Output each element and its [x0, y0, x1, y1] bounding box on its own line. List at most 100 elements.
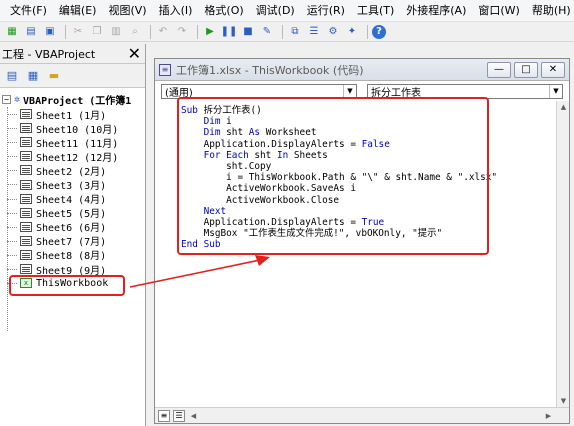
horizontal-scrollbar[interactable]: ≡ ☰ ◀ ▶ [155, 407, 569, 423]
worksheet-icon [20, 235, 32, 246]
view-code-icon[interactable]: ▤ [3, 68, 21, 84]
tree-item-label: Sheet1 (1月) [36, 110, 107, 122]
tree-item-label: Sheet3 (3月) [36, 181, 107, 193]
code-window-title: 工作簿1.xlsx - ThisWorkbook (代码) [176, 63, 364, 77]
toolbar-separator [150, 24, 151, 39]
tree-root-label: VBAProject (工作簿1 [23, 95, 132, 107]
pause-icon[interactable]: ❚❚ [221, 24, 238, 40]
menu-insert[interactable]: 插入(I) [153, 1, 199, 21]
project-toolbar: ▤ ▦ ▬ [0, 64, 145, 88]
tree-item-label: Sheet12 (12月) [36, 152, 119, 164]
worksheet-icon [20, 179, 32, 190]
tree-item-sheet11[interactable]: Sheet11 (11月) [0, 135, 145, 150]
tree-item-sheet10[interactable]: Sheet10 (10月) [0, 121, 145, 136]
close-icon[interactable]: ✕ [126, 45, 143, 62]
scroll-right-icon[interactable]: ▶ [542, 412, 555, 420]
chevron-down-icon[interactable]: ▼ [343, 84, 356, 98]
toolbox-icon[interactable]: ✦ [344, 24, 360, 40]
scroll-up-icon[interactable]: ▲ [557, 103, 570, 111]
project-explorer: 工程 - VBAProject ✕ ▤ ▦ ▬ − ✲ VBAProject (… [0, 44, 146, 426]
tree-item-label: Sheet11 (11月) [36, 138, 119, 150]
find-icon[interactable]: ⌕ [127, 24, 143, 40]
properties-icon[interactable]: ☰ [306, 24, 322, 40]
menu-bar: 文件(F) 编辑(E) 视图(V) 插入(I) 格式(O) 调试(D) 运行(R… [0, 0, 574, 22]
menu-edit[interactable]: 编辑(E) [53, 1, 103, 21]
toolbar-separator [65, 24, 66, 39]
tree-item-sheet3[interactable]: Sheet3 (3月) [0, 177, 145, 193]
tree-item-sheet2[interactable]: Sheet2 (2月) [0, 163, 145, 178]
project-title: 工程 - VBAProject [2, 47, 96, 61]
toggle-folders-icon[interactable]: ▬ [45, 68, 63, 84]
worksheet-icon [20, 109, 32, 120]
tree-item-sheet5[interactable]: Sheet5 (5月) [0, 206, 145, 220]
code-module-icon: ≡ [159, 63, 171, 76]
worksheet-icon [20, 249, 32, 260]
maximize-button[interactable]: □ [514, 61, 538, 78]
menu-view[interactable]: 视图(V) [102, 1, 152, 21]
copy-icon[interactable]: ❐ [89, 24, 105, 40]
stop-icon[interactable]: ■ [240, 24, 256, 40]
menu-help[interactable]: 帮助(H) [526, 1, 574, 21]
menu-tools[interactable]: 工具(T) [351, 1, 400, 21]
close-button[interactable]: ✕ [541, 61, 565, 78]
tree-item-sheet9[interactable]: Sheet9 (9月) [0, 262, 145, 277]
code-title-wrap: ≡ 工作簿1.xlsx - ThisWorkbook (代码) [159, 62, 364, 78]
tree-item-sheet7[interactable]: Sheet7 (7月) [0, 234, 145, 248]
worksheet-icon [20, 193, 32, 204]
excel-view-icon[interactable]: ▦ [4, 24, 20, 40]
toolbar-separator [282, 24, 283, 39]
tree-item-sheet8[interactable]: Sheet8 (8月) [0, 248, 145, 262]
minimize-button[interactable]: — [487, 61, 511, 78]
redo-icon[interactable]: ↷ [174, 24, 190, 40]
tree-root-vbaproject[interactable]: − ✲ VBAProject (工作簿1 [0, 91, 145, 107]
tree-item-label: Sheet6 (6月) [36, 223, 107, 235]
tree-item-label: Sheet10 (10月) [36, 124, 119, 136]
paste-icon[interactable]: ▥ [108, 24, 124, 40]
menu-addins[interactable]: 外接程序(A) [400, 1, 472, 21]
menu-format[interactable]: 格式(O) [198, 1, 249, 21]
worksheet-icon [20, 137, 32, 148]
tree-item-sheet1[interactable]: Sheet1 (1月) [0, 107, 145, 122]
object-browser-icon[interactable]: ⚙ [325, 24, 341, 40]
vertical-scrollbar[interactable]: ▲ ▼ [556, 101, 569, 407]
code-window-titlebar: ≡ 工作簿1.xlsx - ThisWorkbook (代码) — □ ✕ [155, 59, 569, 81]
worksheet-icon [20, 207, 32, 218]
save-icon[interactable]: ▣ [42, 24, 58, 40]
menu-file[interactable]: 文件(F) [4, 1, 53, 21]
tree-item-label: Sheet4 (4月) [36, 195, 107, 207]
cut-icon[interactable]: ✂ [70, 24, 86, 40]
run-icon[interactable]: ▶ [202, 24, 218, 40]
worksheet-icon [20, 151, 32, 162]
tree-item-label: Sheet8 (8月) [36, 251, 107, 263]
undo-icon[interactable]: ↶ [155, 24, 171, 40]
scroll-left-icon[interactable]: ◀ [187, 412, 200, 420]
tree-item-label: Sheet2 (2月) [36, 166, 107, 178]
help-icon[interactable]: ? [372, 24, 386, 39]
project-explorer-icon[interactable]: ⧉ [287, 24, 303, 40]
toolbar-separator [197, 24, 198, 39]
tree-item-sheet12[interactable]: Sheet12 (12月) [0, 149, 145, 164]
collapse-icon[interactable]: − [2, 94, 11, 104]
insert-module-icon[interactable]: ▤ [23, 24, 39, 40]
worksheet-icon [20, 123, 32, 134]
project-tree: − ✲ VBAProject (工作簿1 Sheet1 (1月) Sheet10… [0, 88, 145, 331]
worksheet-icon [20, 221, 32, 232]
tree-item-label: Sheet7 (7月) [36, 237, 107, 249]
menu-run[interactable]: 运行(R) [301, 1, 351, 21]
tree-item-sheet4[interactable]: Sheet4 (4月) [0, 192, 145, 206]
worksheet-icon [20, 165, 32, 176]
view-object-icon[interactable]: ▦ [24, 68, 42, 84]
menu-debug[interactable]: 调试(D) [250, 1, 301, 21]
full-module-view-icon[interactable]: ☰ [173, 409, 185, 422]
scroll-down-icon[interactable]: ▼ [557, 397, 570, 405]
window-controls: — □ ✕ [484, 61, 565, 78]
menu-window[interactable]: 窗口(W) [472, 1, 525, 21]
tree-item-sheet6[interactable]: Sheet6 (6月) [0, 220, 145, 234]
design-mode-icon[interactable]: ✎ [259, 24, 275, 40]
procedure-view-icon[interactable]: ≡ [158, 409, 170, 422]
chevron-down-icon[interactable]: ▼ [549, 84, 562, 98]
thisworkbook-highlight-box [9, 275, 125, 296]
vbaproject-icon: ✲ [14, 93, 21, 105]
code-highlight-box [177, 97, 489, 255]
toolbar: ▦ ▤ ▣ ✂ ❐ ▥ ⌕ ↶ ↷ ▶ ❚❚ ■ ✎ ⧉ ☰ ⚙ ✦ ? [0, 22, 574, 42]
